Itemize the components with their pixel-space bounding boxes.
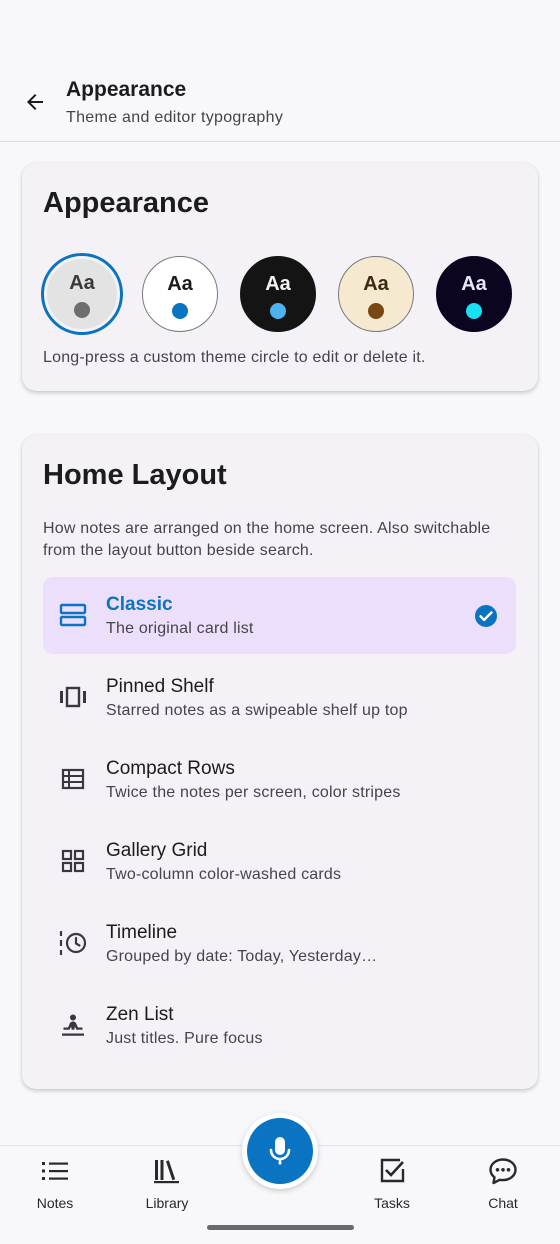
- app-bar: Appearance Theme and editor typography: [0, 66, 560, 142]
- microphone-icon: [269, 1137, 291, 1165]
- nav-item-chat[interactable]: Chat: [458, 1156, 548, 1216]
- page-subtitle: Theme and editor typography: [66, 109, 284, 126]
- library-icon: [152, 1156, 182, 1186]
- status-bar: [0, 0, 560, 66]
- layout-option-classic[interactable]: Classic The original card list: [43, 577, 516, 654]
- home-indicator: [207, 1225, 354, 1230]
- back-button[interactable]: [18, 85, 52, 119]
- nav-label: Tasks: [374, 1195, 410, 1211]
- appearance-title: Appearance: [43, 187, 210, 219]
- theme-sample-text: Aa: [461, 273, 487, 295]
- list-cards-icon: [57, 601, 89, 629]
- home-layout-description: How notes are arranged on the home scree…: [43, 520, 491, 559]
- option-title: Pinned Shelf: [106, 676, 214, 697]
- check-circle-icon: [475, 605, 497, 627]
- home-layout-title: Home Layout: [43, 459, 227, 491]
- theme-sample-text: Aa: [265, 273, 291, 295]
- theme-accent-dot: [74, 302, 90, 318]
- theme-accent-dot: [172, 303, 188, 319]
- arrow-left-icon: [27, 94, 43, 110]
- theme-circle[interactable]: Aa: [240, 256, 316, 332]
- layout-option-zen-list[interactable]: Zen List Just titles. Pure focus: [43, 987, 516, 1064]
- layout-option-pinned-shelf[interactable]: Pinned Shelf Starred notes as a swipeabl…: [43, 659, 516, 736]
- chat-bubble-icon: [488, 1156, 518, 1186]
- option-subtitle: Grouped by date: Today, Yesterday…: [106, 948, 378, 965]
- home-layout-card: Home Layout How notes are arranged on th…: [22, 435, 538, 1089]
- nav-label: Chat: [488, 1195, 518, 1211]
- theme-sample-text: Aa: [69, 272, 95, 294]
- option-subtitle: Two-column color-washed cards: [106, 866, 342, 883]
- option-subtitle: Twice the notes per screen, color stripe…: [106, 784, 401, 801]
- list-icon: [40, 1156, 70, 1186]
- theme-hint: Long-press a custom theme circle to edit…: [43, 349, 426, 366]
- theme-circle[interactable]: Aa: [44, 256, 120, 332]
- theme-accent-dot: [466, 303, 482, 319]
- option-subtitle: Starred notes as a swipeable shelf up to…: [106, 702, 408, 719]
- rows-icon: [57, 765, 89, 793]
- option-title: Timeline: [106, 922, 178, 943]
- layout-option-compact-rows[interactable]: Compact Rows Twice the notes per screen,…: [43, 741, 516, 818]
- timeline-icon: [57, 929, 89, 957]
- theme-circle[interactable]: Aa: [436, 256, 512, 332]
- theme-circle[interactable]: Aa: [338, 256, 414, 332]
- option-title: Zen List: [106, 1004, 174, 1025]
- nav-item-tasks[interactable]: Tasks: [347, 1156, 437, 1216]
- theme-sample-text: Aa: [167, 273, 193, 295]
- option-title: Compact Rows: [106, 758, 235, 779]
- meditation-icon: [57, 1011, 89, 1039]
- theme-accent-dot: [270, 303, 286, 319]
- theme-sample-text: Aa: [363, 273, 389, 295]
- option-title: Classic: [106, 594, 173, 615]
- option-subtitle: The original card list: [106, 620, 254, 637]
- mic-button-inner: [247, 1118, 313, 1184]
- option-subtitle: Just titles. Pure focus: [106, 1030, 263, 1047]
- carousel-icon: [57, 683, 89, 711]
- voice-record-button[interactable]: [242, 1113, 318, 1189]
- layout-option-timeline[interactable]: Timeline Grouped by date: Today, Yesterd…: [43, 905, 516, 982]
- page-title: Appearance: [66, 78, 187, 101]
- nav-label: Library: [145, 1195, 189, 1211]
- theme-circle[interactable]: Aa: [142, 256, 218, 332]
- option-title: Gallery Grid: [106, 840, 208, 861]
- nav-item-notes[interactable]: Notes: [10, 1156, 100, 1216]
- grid-icon: [57, 847, 89, 875]
- layout-option-gallery-grid[interactable]: Gallery Grid Two-column color-washed car…: [43, 823, 516, 900]
- nav-item-library[interactable]: Library: [122, 1156, 212, 1216]
- checkbox-icon: [377, 1156, 407, 1186]
- nav-label: Notes: [36, 1195, 74, 1211]
- theme-picker: Aa Aa Aa Aa Aa: [44, 256, 514, 332]
- appearance-card: Appearance Aa Aa Aa Aa Aa Long-press a c…: [22, 163, 538, 391]
- theme-accent-dot: [368, 303, 384, 319]
